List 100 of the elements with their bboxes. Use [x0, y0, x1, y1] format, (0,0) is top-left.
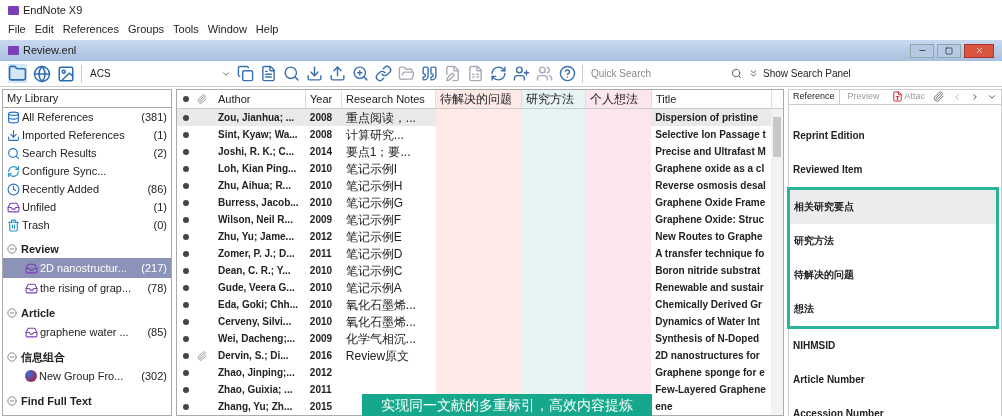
- field-label[interactable]: Article Number: [789, 362, 989, 397]
- year-cell-text: 2016: [308, 349, 334, 363]
- sync-icon[interactable]: [490, 65, 507, 82]
- group-set-header[interactable]: Find Full Text: [3, 392, 171, 410]
- sidebar-item[interactable]: Trash (0): [3, 216, 171, 234]
- column-header[interactable]: Year: [306, 90, 342, 108]
- collapse-icon[interactable]: [7, 352, 17, 362]
- menu-item[interactable]: Help: [255, 21, 279, 38]
- field-label[interactable]: Reprint Edition: [789, 118, 989, 153]
- column-header[interactable]: 个人想法: [586, 90, 652, 108]
- table-row[interactable]: Dean, C. R.; Y... 2010 笔记示例C Boron nitride substrat: [177, 262, 771, 279]
- link-icon[interactable]: [375, 65, 392, 82]
- field-label[interactable]: 想法: [790, 291, 996, 326]
- table-row[interactable]: Zhu, Aihua; R... 2010 笔记示例H Reverse osmosis desal: [177, 177, 771, 194]
- menu-item[interactable]: References: [62, 21, 119, 38]
- sidebar-item[interactable]: Search Results (2): [3, 144, 171, 162]
- collapse-icon[interactable]: [7, 244, 17, 254]
- column-header[interactable]: Title: [652, 90, 772, 108]
- field-label[interactable]: NIHMSID: [789, 328, 989, 363]
- quote-icon[interactable]: [421, 65, 438, 82]
- author-cell-text: Gude, Veera G...: [217, 281, 296, 295]
- table-row[interactable]: Joshi, R. K.; C... 2014 要点1；要... Precise and Ultrafast M: [177, 143, 771, 160]
- sidebar-item[interactable]: Configure Sync...: [3, 162, 171, 180]
- notes-cell: 笔记示例A: [345, 280, 402, 295]
- help-icon[interactable]: [559, 65, 576, 82]
- group-set-header[interactable]: 信息组合: [3, 348, 171, 366]
- author-cell-text: Zomer, P. J.; D...: [217, 247, 296, 261]
- group-set-header[interactable]: Article: [3, 304, 171, 322]
- online-search-icon[interactable]: [283, 65, 300, 82]
- group-icon: [25, 281, 38, 295]
- table-row[interactable]: Zou, Jianhua; ... 2008 重点阅读，... Dispersion of pristine: [177, 109, 771, 126]
- import-icon[interactable]: [306, 65, 323, 82]
- table-row[interactable]: Zhao, Jinping;... 2012 Graphene sponge for e: [177, 364, 771, 381]
- table-row[interactable]: Eda, Goki; Chh... 2010 氧化石墨烯... Chemically Derived Gr: [177, 296, 771, 313]
- author-cell-text: Sint, Kyaw; Wa...: [217, 128, 299, 142]
- title-cell-text: Selective Ion Passage t: [654, 128, 767, 142]
- sidebar-item[interactable]: All References (381): [3, 108, 171, 126]
- author-cell-text: Burress, Jacob...: [217, 196, 300, 210]
- table-row[interactable]: Wilson, Neil R... 2009 笔记示例F Graphene Oxide: Struc: [177, 211, 771, 228]
- table-row[interactable]: Gude, Veera G... 2010 笔记示例A Renewable and sustair: [177, 279, 771, 296]
- table-row[interactable]: Burress, Jacob... 2010 笔记示例G Graphene Oxide Frame: [177, 194, 771, 211]
- copy-icon[interactable]: [237, 65, 254, 82]
- group-item[interactable]: the rising of grap... (78): [3, 278, 171, 298]
- field-label[interactable]: 研究方法: [790, 223, 996, 258]
- quick-search-field[interactable]: Quick Search: [591, 66, 701, 81]
- table-row[interactable]: Wei, Dacheng;... 2009 化学气相沉... Synthesis of N-Doped: [177, 330, 771, 347]
- open-folder-icon[interactable]: [398, 65, 415, 82]
- attachment-header-icon[interactable]: [197, 94, 207, 104]
- column-header[interactable]: 研究方法: [522, 90, 586, 108]
- library-folder-icon[interactable]: [8, 64, 27, 83]
- column-header[interactable]: Author: [214, 90, 306, 108]
- field-label[interactable]: 待解决的问题: [790, 257, 996, 292]
- sidebar-item[interactable]: Unfiled (1): [3, 198, 171, 216]
- field-label[interactable]: Reviewed Item: [789, 152, 989, 187]
- close-button[interactable]: [964, 43, 994, 58]
- menu-item[interactable]: Tools: [173, 21, 199, 38]
- column-header[interactable]: 待解决的问题: [436, 90, 522, 108]
- scrollbar[interactable]: [771, 109, 783, 415]
- sidebar-item[interactable]: Imported References (1): [3, 126, 171, 144]
- table-row[interactable]: Dervin, S.; Di... 2016 Review原文 2D nanostructures for: [177, 347, 771, 364]
- menu-item[interactable]: Window: [207, 21, 247, 38]
- download-icon: [7, 128, 20, 142]
- title-cell-text: Dispersion of pristine: [654, 111, 760, 125]
- edit-document-icon[interactable]: [444, 65, 461, 82]
- menu-item[interactable]: File: [8, 21, 26, 38]
- group-item[interactable]: graphene water ... (85): [3, 322, 171, 342]
- author-cell-text: Eda, Goki; Chh...: [217, 298, 299, 312]
- globe-icon[interactable]: [33, 64, 51, 83]
- sidebar-item[interactable]: Recently Added (86): [3, 180, 171, 198]
- read-status-header-icon[interactable]: [183, 96, 189, 102]
- title-cell-text: Chemically Derived Gr: [654, 298, 763, 312]
- group-item[interactable]: New Group Fro... (302): [3, 366, 171, 386]
- author-cell-text: Dean, C. R.; Y...: [217, 264, 292, 278]
- table-row[interactable]: Sint, Kyaw; Wa... 2008 计算研究... Selective Ion Passage t: [177, 126, 771, 143]
- export-icon[interactable]: [329, 65, 346, 82]
- year-cell-text: 2010: [308, 196, 334, 210]
- field-label[interactable]: 相关研究要点: [790, 189, 996, 224]
- table-row[interactable]: Cerveny, Silvi... 2010 氧化石墨烯... Dynamics of Water Int: [177, 313, 771, 330]
- year-cell-text: 2009: [308, 332, 334, 346]
- document-title: Review.enl: [23, 43, 77, 59]
- window-title: EndNote X9: [23, 2, 83, 18]
- table-row[interactable]: Loh, Kian Ping... 2010 笔记示例I Graphene oxide as a cl: [177, 160, 771, 177]
- menu-item[interactable]: Groups: [127, 21, 165, 38]
- year-cell-text: 2009: [308, 213, 334, 227]
- collapse-icon[interactable]: [7, 396, 17, 406]
- add-user-icon[interactable]: [513, 65, 530, 82]
- collapse-icon[interactable]: [7, 308, 17, 318]
- users-icon[interactable]: [536, 65, 553, 82]
- group-set-header[interactable]: Review: [3, 240, 171, 258]
- title-cell-text: Precise and Ultrafast M: [654, 145, 767, 159]
- restore-icon: [945, 46, 953, 55]
- year-cell-text: 2011: [308, 383, 333, 397]
- paperclip-icon[interactable]: [933, 91, 945, 103]
- show-search-panel-button[interactable]: Show Search Panel: [748, 66, 851, 81]
- menu-item[interactable]: Edit: [34, 21, 54, 38]
- search-icon[interactable]: [731, 68, 742, 79]
- table-row[interactable]: Zhu, Yu; Jame... 2012 笔记示例E New Routes to Graphe: [177, 228, 771, 245]
- restore-button[interactable]: [937, 43, 961, 58]
- table-row[interactable]: Zomer, P. J.; D... 2011 笔记示例D A transfer technique fo: [177, 245, 771, 262]
- style-dropdown[interactable]: ACS: [81, 64, 231, 83]
